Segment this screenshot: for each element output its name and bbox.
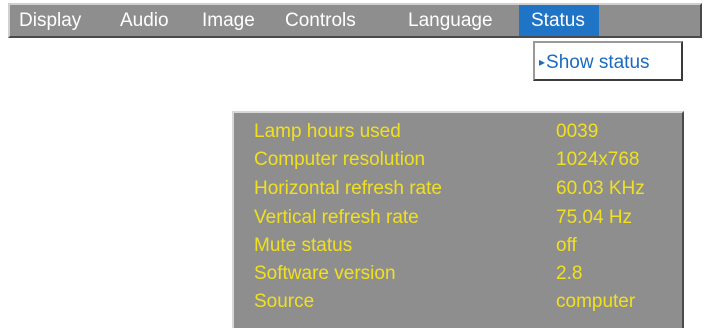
status-label: Computer resolution	[254, 149, 426, 170]
status-label: Horizontal refresh rate	[254, 178, 442, 199]
status-value: 60.03 KHz	[556, 178, 645, 199]
status-row-software-version: Software version 2.8	[234, 260, 682, 288]
status-value: 75.04 Hz	[556, 207, 633, 228]
status-row-lamp-hours: Lamp hours used 0039	[234, 118, 682, 146]
status-value: computer	[556, 291, 636, 312]
status-label: Mute status	[254, 235, 353, 256]
tab-display[interactable]: Display	[19, 5, 81, 36]
status-row-mute-status: Mute status off	[234, 232, 682, 260]
status-value: 0039	[556, 121, 599, 142]
tab-status[interactable]: Status	[519, 5, 599, 36]
show-status-label: Show status	[546, 52, 650, 73]
status-label: Lamp hours used	[254, 121, 401, 142]
tab-controls[interactable]: Controls	[285, 5, 356, 36]
show-status-menu-item[interactable]: ▸Show status	[539, 49, 650, 76]
menu-bar: Display Audio Image Controls Language St…	[8, 3, 702, 38]
tab-image[interactable]: Image	[202, 5, 255, 36]
status-value: off	[556, 235, 577, 256]
arrow-right-icon: ▸	[539, 55, 546, 69]
status-row-computer-resolution: Computer resolution 1024x768	[234, 146, 682, 174]
tab-audio[interactable]: Audio	[120, 5, 169, 36]
status-row-vertical-refresh: Vertical refresh rate 75.04 Hz	[234, 204, 682, 232]
tab-language[interactable]: Language	[408, 5, 493, 36]
status-value: 1024x768	[556, 149, 640, 170]
status-label: Software version	[254, 263, 396, 284]
status-value: 2.8	[556, 263, 583, 284]
status-row-source: Source computer	[234, 288, 682, 316]
status-label: Vertical refresh rate	[254, 207, 419, 228]
status-label: Source	[254, 291, 315, 312]
status-panel: Lamp hours used 0039 Computer resolution…	[232, 111, 684, 328]
status-row-horizontal-refresh: Horizontal refresh rate 60.03 KHz	[234, 175, 682, 203]
status-submenu: ▸Show status	[533, 41, 683, 81]
